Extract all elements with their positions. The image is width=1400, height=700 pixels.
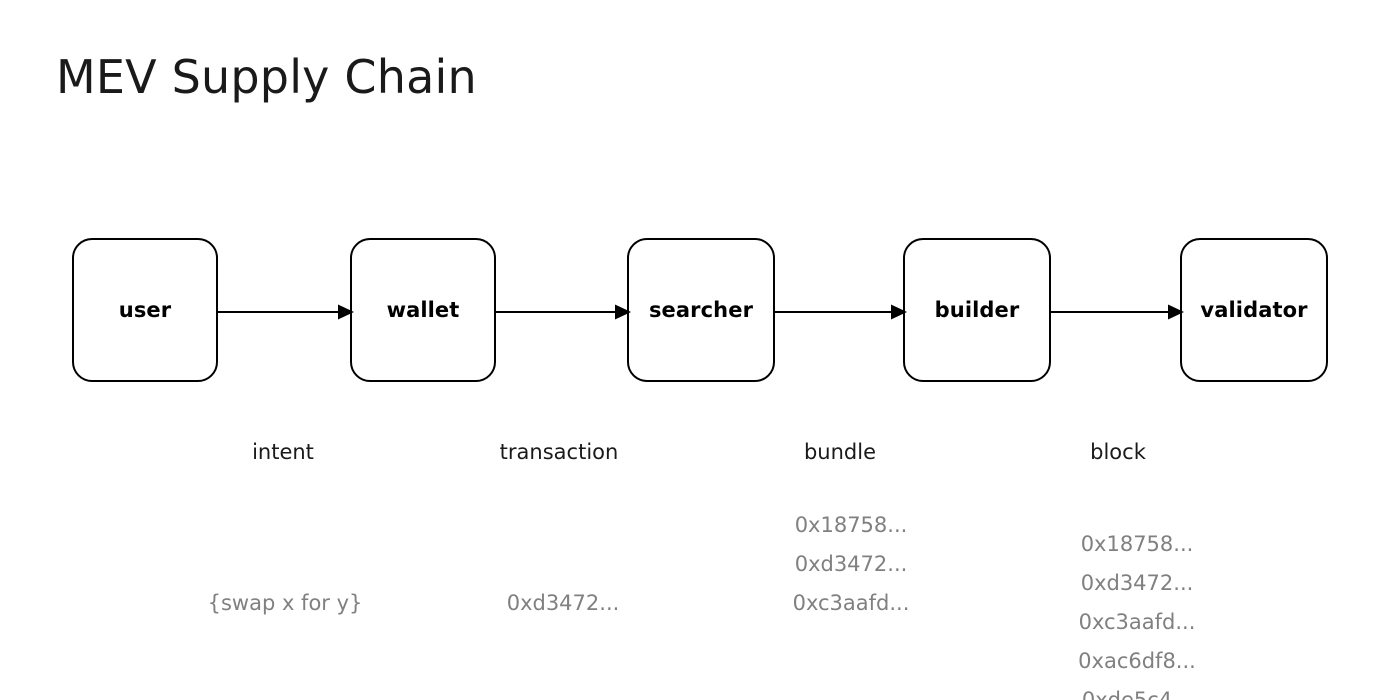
diagram-canvas: MEV Supply Chain user wallet searcher bu…	[0, 0, 1400, 700]
payload-item: 0xd3472...	[506, 591, 620, 615]
node-wallet-label: wallet	[386, 298, 460, 322]
arrow-searcher-to-builder	[773, 296, 907, 328]
payload-list-transaction: 0xd3472...	[507, 584, 620, 623]
node-builder[interactable]: builder	[903, 238, 1051, 382]
arrow-user-to-wallet	[218, 296, 354, 328]
payload-list-intent: {swap x for y}	[208, 584, 363, 623]
edge-label-transaction: transaction	[499, 440, 619, 464]
payload-item: 0x18758...	[1080, 532, 1194, 556]
payload-item: 0xd3472...	[794, 552, 908, 576]
payload-item: 0xd3472...	[1080, 571, 1194, 595]
node-user-label: user	[118, 298, 172, 322]
payload-item: 0xc3aafd...	[1078, 610, 1196, 634]
node-user[interactable]: user	[72, 238, 218, 382]
payload-list-bundle: 0x18758... 0xd3472... 0xc3aafd...	[793, 506, 910, 623]
node-validator[interactable]: validator	[1180, 238, 1328, 382]
payload-item: 0xc3aafd...	[792, 591, 910, 615]
payload-item: 0x18758...	[794, 513, 908, 537]
arrow-wallet-to-searcher	[494, 296, 631, 328]
edge-label-intent: intent	[252, 440, 314, 464]
node-searcher[interactable]: searcher	[627, 238, 775, 382]
payload-list-block: 0x18758... 0xd3472... 0xc3aafd... 0xac6d…	[1078, 525, 1196, 700]
node-wallet[interactable]: wallet	[350, 238, 496, 382]
payload-item: {swap x for y}	[207, 591, 363, 615]
payload-item: 0xac6df8...	[1078, 649, 1196, 673]
payload-item: 0xde5c4...	[1081, 688, 1193, 700]
node-searcher-label: searcher	[648, 298, 754, 322]
edge-label-bundle: bundle	[803, 440, 877, 464]
page-title: MEV Supply Chain	[56, 50, 477, 104]
arrow-builder-to-validator	[1049, 296, 1184, 328]
node-builder-label: builder	[934, 298, 1020, 322]
edge-label-block: block	[1090, 440, 1146, 464]
node-validator-label: validator	[1200, 298, 1308, 322]
